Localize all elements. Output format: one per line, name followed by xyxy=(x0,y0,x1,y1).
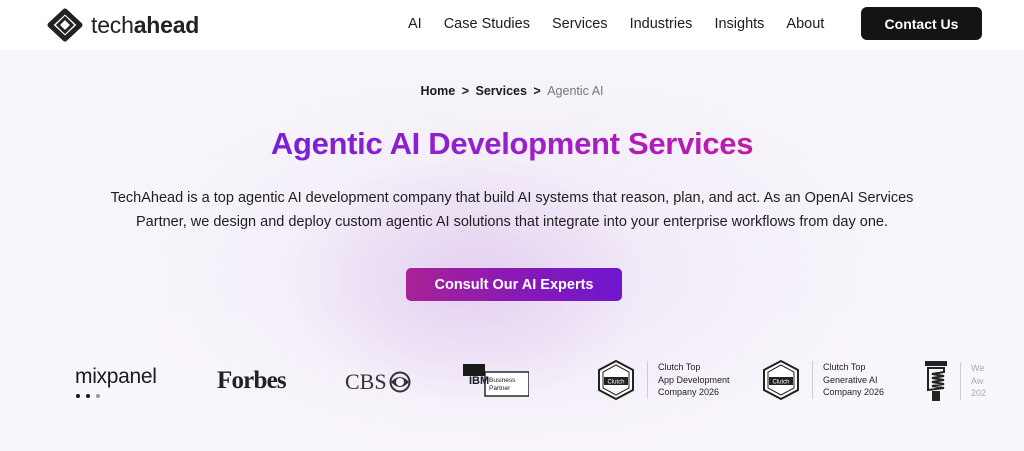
ibm-badge-line1: Business xyxy=(489,377,516,384)
techahead-logo[interactable]: techahead xyxy=(44,8,199,42)
site-header: techahead AI Case Studies Services Indus… xyxy=(0,0,1024,50)
logo-text-light: tech xyxy=(91,11,134,38)
clutch2-line2: Generative AI xyxy=(823,374,878,385)
cbs-logo: CBS xyxy=(345,369,411,395)
main-nav: AI Case Studies Services Industries Insi… xyxy=(408,0,846,48)
techahead-logo-icon xyxy=(47,8,83,42)
client-logo-strip: mixpanel Forbes CBS IBM Business Partner… xyxy=(0,355,1024,415)
mixpanel-logo-text: mixpanel xyxy=(75,365,157,388)
award-badge: We Aw 202 xyxy=(924,360,986,402)
clutch1-line1: Clutch Top xyxy=(658,362,701,373)
ibm-badge-line2: Partner xyxy=(489,385,511,392)
breadcrumb-separator: > xyxy=(533,84,541,98)
clutch-app-development-badge: Clutch Clutch Top App Development Compan… xyxy=(597,360,730,400)
mixpanel-dots-icon xyxy=(76,394,100,398)
award-line2: Aw xyxy=(971,375,984,386)
breadcrumb-separator: > xyxy=(461,84,470,98)
ibm-logo-text: IBM xyxy=(469,375,489,387)
page-title: Agentic AI Development Services xyxy=(0,126,1024,162)
clutch2-line3: Company 2026 xyxy=(823,387,885,398)
clutch-generative-ai-badge: Clutch Clutch Top Generative AI Company … xyxy=(762,360,884,400)
page-title-text: Agentic AI Development Services xyxy=(270,126,754,161)
svg-text:Clutch: Clutch xyxy=(772,380,789,386)
award-line3: 202 xyxy=(971,388,987,399)
nav-ai[interactable]: AI xyxy=(408,16,422,32)
forbes-logo: Forbes xyxy=(217,367,287,394)
clutch2-line1: Clutch Top xyxy=(823,362,866,373)
contact-us-button[interactable]: Contact Us xyxy=(861,7,982,40)
award-line1: We xyxy=(971,363,985,374)
breadcrumb-services[interactable]: Services xyxy=(476,84,527,98)
clutch1-line3: Company 2026 xyxy=(658,387,720,398)
clutch1-line2: App Development xyxy=(658,374,730,385)
nav-about[interactable]: About xyxy=(786,16,824,32)
mixpanel-logo: mixpanel xyxy=(75,365,157,398)
nav-case-studies[interactable]: Case Studies xyxy=(444,16,530,32)
nav-industries[interactable]: Industries xyxy=(630,16,693,32)
nav-services[interactable]: Services xyxy=(552,16,608,32)
logo-text-bold: ahead xyxy=(133,11,200,38)
clutch-badge-icon: Clutch xyxy=(763,360,799,400)
breadcrumb: Home > Services > Agentic AI xyxy=(0,84,1024,98)
hero-description: TechAhead is a top agentic AI developmen… xyxy=(110,190,914,230)
breadcrumb-current: Agentic AI xyxy=(547,84,604,98)
cbs-logo-text: CBS xyxy=(345,369,387,394)
nav-insights[interactable]: Insights xyxy=(714,16,764,32)
clutch-badge-icon: Clutch xyxy=(598,360,634,400)
ibm-business-partner-logo: IBM Business Partner xyxy=(463,364,530,403)
award-trophy-icon xyxy=(925,361,947,401)
cbs-eye-icon xyxy=(389,371,411,393)
svg-text:Clutch: Clutch xyxy=(607,380,624,386)
consult-experts-button[interactable]: Consult Our AI Experts xyxy=(406,268,622,301)
breadcrumb-home[interactable]: Home xyxy=(420,84,455,98)
